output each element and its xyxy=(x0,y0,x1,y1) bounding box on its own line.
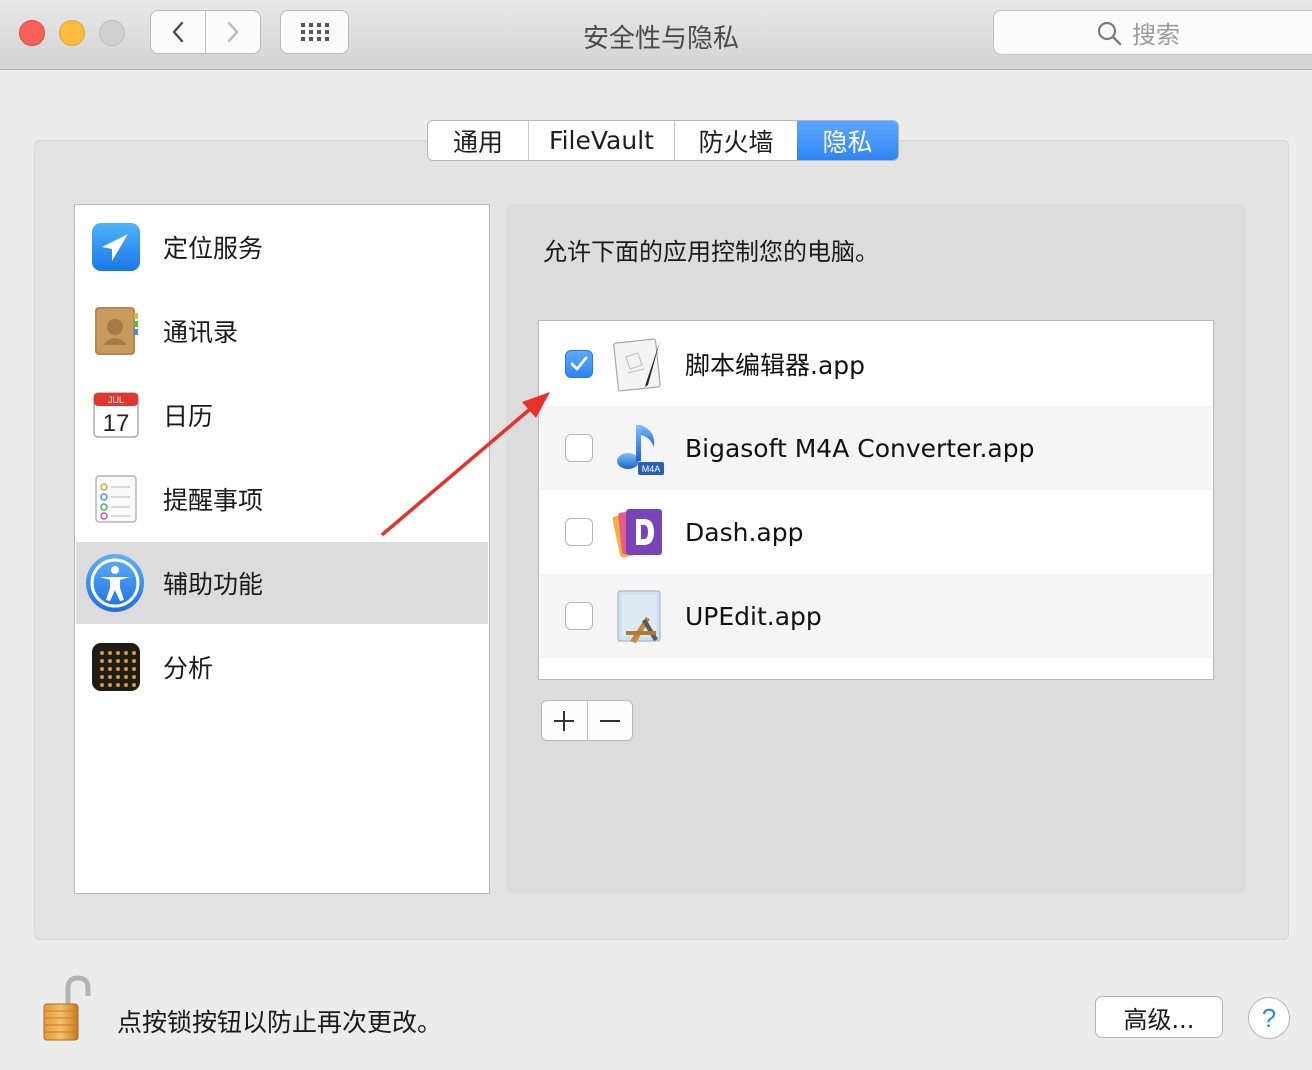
app-checkbox[interactable] xyxy=(565,350,593,378)
accessibility-icon xyxy=(86,554,144,612)
app-name: Bigasoft M4A Converter.app xyxy=(685,433,1035,463)
help-button[interactable]: ? xyxy=(1248,997,1290,1039)
app-name: Dash.app xyxy=(685,517,804,547)
accessibility-prompt: 允许下面的应用控制您的电脑。 xyxy=(543,238,879,266)
tab-privacy[interactable]: 隐私 xyxy=(797,121,898,160)
checkmark-icon xyxy=(570,356,588,371)
contacts-icon xyxy=(95,307,138,355)
app-row-upedit[interactable]: UPEdit.app xyxy=(540,574,1212,658)
plus-icon xyxy=(554,710,575,731)
calendar-icon: JUL 17 xyxy=(93,392,139,438)
app-row-dash[interactable]: Dash.app xyxy=(540,490,1212,574)
privacy-category-list: 定位服务 通讯录 JUL 17 日历 提醒事项 辅助功能 分析 xyxy=(74,204,490,894)
category-reminders[interactable]: 提醒事项 xyxy=(76,458,488,540)
category-calendar[interactable]: JUL 17 日历 xyxy=(76,374,488,456)
advanced-button[interactable]: 高级... xyxy=(1095,996,1223,1038)
reminders-icon xyxy=(95,475,137,523)
category-label: 分析 xyxy=(163,654,214,683)
unlocked-padlock-icon[interactable] xyxy=(38,974,96,1042)
m4a-badge: M4A xyxy=(642,464,661,474)
search-placeholder: 搜索 xyxy=(1132,21,1180,49)
app-checkbox[interactable] xyxy=(565,518,593,546)
app-row-script-editor[interactable]: 脚本编辑器.app xyxy=(540,322,1212,406)
lock-instruction: 点按锁按钮以防止再次更改。 xyxy=(117,1008,443,1037)
app-name: UPEdit.app xyxy=(685,601,822,631)
category-contacts[interactable]: 通讯录 xyxy=(76,290,488,372)
upedit-icon xyxy=(617,590,661,643)
category-label: 辅助功能 xyxy=(163,570,264,599)
category-label: 定位服务 xyxy=(163,234,264,263)
category-analytics[interactable]: 分析 xyxy=(76,626,488,708)
category-label: 日历 xyxy=(163,402,214,431)
dash-icon xyxy=(612,509,662,558)
category-label: 提醒事项 xyxy=(163,486,264,515)
add-app-button[interactable] xyxy=(542,701,587,740)
location-services-icon xyxy=(92,223,140,271)
category-location-services[interactable]: 定位服务 xyxy=(76,206,488,288)
search-field[interactable]: 搜索 xyxy=(993,10,1312,55)
app-name: 脚本编辑器.app xyxy=(685,351,866,380)
app-row-bigasoft-m4a-converter[interactable]: M4A Bigasoft M4A Converter.app xyxy=(540,406,1212,490)
script-editor-icon xyxy=(613,338,661,392)
app-checkbox[interactable] xyxy=(565,602,593,630)
tab-firewall[interactable]: 防火墙 xyxy=(674,121,797,160)
title-bar: 安全性与隐私 搜索 xyxy=(0,0,1312,70)
category-accessibility[interactable]: 辅助功能 xyxy=(76,542,488,624)
m4a-converter-icon: M4A xyxy=(617,425,664,475)
tab-bar: 通用 FileVault 防火墙 隐私 xyxy=(427,120,899,161)
remove-app-button[interactable] xyxy=(586,701,633,740)
calendar-month: JUL xyxy=(108,395,124,405)
tab-general[interactable]: 通用 xyxy=(428,121,528,160)
analytics-icon xyxy=(92,643,140,691)
minus-icon xyxy=(599,719,620,722)
add-remove-buttons xyxy=(541,700,633,741)
tab-filevault[interactable]: FileVault xyxy=(528,121,674,160)
search-icon xyxy=(1097,21,1122,45)
calendar-day: 17 xyxy=(103,410,130,437)
allowed-apps-list: 脚本编辑器.app M4A Bigasoft M4A Converter.app… xyxy=(538,320,1214,680)
category-label: 通讯录 xyxy=(163,318,239,347)
app-checkbox[interactable] xyxy=(565,434,593,462)
